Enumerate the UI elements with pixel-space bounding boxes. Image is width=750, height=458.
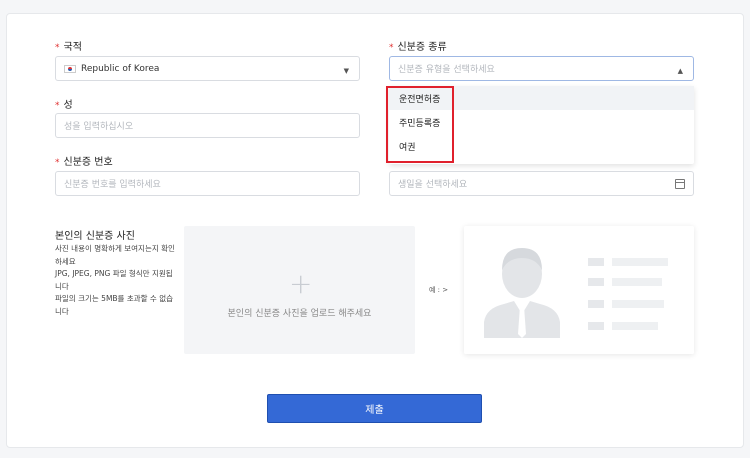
submit-button[interactable]: 제출 — [267, 394, 482, 423]
id-type-placeholder: 신분증 유형을 선택하세요 — [398, 65, 495, 75]
example-label: 예 : > — [429, 286, 449, 294]
desc-line-1: 사진 내용이 명확하게 보여지는지 확인하세요 — [55, 244, 175, 266]
id-type-select[interactable]: 신분증 유형을 선택하세요 ▲ — [389, 56, 694, 81]
desc-line-2: JPG, JPEG, PNG 파일 형식만 지원됩니다 — [55, 269, 173, 291]
upload-text: 본인의 신분증 사진을 업로드 해주세요 — [227, 309, 372, 319]
surname-placeholder: 성을 입력하십시오 — [64, 122, 134, 132]
surname-input[interactable]: 성을 입력하십시오 — [55, 113, 360, 138]
plus-icon: + — [289, 267, 313, 300]
id-number-placeholder: 신분증 번호를 입력하세요 — [64, 180, 161, 190]
calendar-icon — [675, 179, 685, 189]
id-type-label: * 신분증 종류 — [389, 42, 447, 53]
birthdate-input[interactable]: 생일을 선택하세요 — [389, 171, 694, 196]
example-id-image — [464, 226, 694, 354]
nationality-value: Republic of Korea — [81, 63, 160, 74]
caret-down-icon: ▼ — [343, 67, 349, 75]
highlight-box — [386, 86, 454, 163]
photo-upload-area[interactable]: + 본인의 신분증 사진을 업로드 해주세요 — [184, 226, 415, 354]
id-number-input[interactable]: 신분증 번호를 입력하세요 — [55, 171, 360, 196]
desc-line-3: 파일의 크기는 5MB를 초과할 수 없습니다 — [55, 294, 174, 316]
korea-flag-icon — [64, 64, 76, 73]
photo-description: 사진 내용이 명확하게 보여지는지 확인하세요 JPG, JPEG, PNG 파… — [55, 243, 175, 318]
id-card-illustration-icon — [464, 226, 694, 354]
id-number-label: * 신분증 번호 — [55, 157, 113, 168]
photo-section-title: 본인의 신분증 사진 — [55, 231, 135, 242]
nationality-select[interactable]: Republic of Korea ▼ — [55, 56, 360, 81]
surname-label: * 성 — [55, 100, 73, 111]
caret-up-icon: ▲ — [677, 67, 683, 75]
nationality-label: * 국적 — [55, 42, 82, 53]
birthdate-placeholder: 생일을 선택하세요 — [398, 180, 468, 190]
